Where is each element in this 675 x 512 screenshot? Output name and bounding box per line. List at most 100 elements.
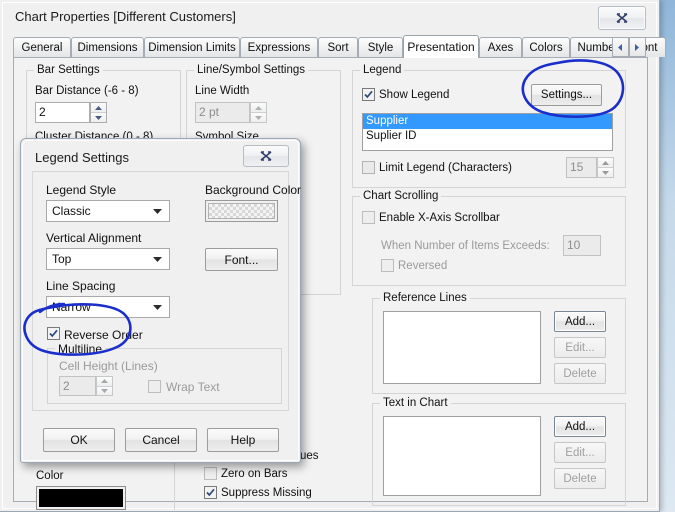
limit-legend-up-icon[interactable] xyxy=(598,158,613,167)
wrap-text-checkbox[interactable] xyxy=(148,380,161,393)
line-width-label: Line Width xyxy=(195,85,250,97)
cell-height-label: Cell Height (Lines) xyxy=(59,359,158,373)
reference-lines-group: Reference Lines Add... Edit... Delete xyxy=(372,292,626,394)
reference-lines-label: Reference Lines xyxy=(380,292,470,304)
cell-height-down-icon[interactable] xyxy=(97,385,112,395)
text-in-chart-label: Text in Chart xyxy=(380,397,451,409)
bar-distance-input[interactable]: 2 xyxy=(35,102,90,123)
tab-presentation[interactable]: Presentation xyxy=(403,35,479,58)
line-width-up-icon[interactable] xyxy=(251,103,266,112)
bar-settings-label: Bar Settings xyxy=(34,64,103,76)
items-exceeds-label: When Number of Items Exceeds: xyxy=(381,240,550,252)
reverse-order-checkbox[interactable] xyxy=(47,327,60,340)
chevron-down-icon[interactable] xyxy=(153,201,162,221)
tab-colors[interactable]: Colors xyxy=(522,37,570,57)
show-legend-checkbox[interactable] xyxy=(362,88,375,101)
tab-scroll-right-icon[interactable] xyxy=(629,37,646,57)
background-color-label: Background Color xyxy=(205,183,302,197)
limit-legend-down-icon[interactable] xyxy=(598,167,613,177)
cell-height-up-icon[interactable] xyxy=(97,377,112,386)
tab-sort[interactable]: Sort xyxy=(318,37,358,57)
legend-group: Legend Show Legend Settings... Supplier … xyxy=(352,64,626,188)
cancel-button[interactable]: Cancel xyxy=(125,428,197,452)
line-width-stepper[interactable] xyxy=(250,102,267,123)
legend-settings-body: Legend Style Classic Background Color Ve… xyxy=(32,171,301,411)
show-legend-label: Show Legend xyxy=(379,89,450,101)
reverse-order-label: Reverse Order xyxy=(64,328,143,342)
window-title: Chart Properties [Different Customers] xyxy=(15,9,236,24)
limit-legend-input[interactable]: 15 xyxy=(566,157,597,178)
multiline-label: Multiline xyxy=(55,342,106,356)
legend-group-label: Legend xyxy=(360,64,405,76)
vertical-divider xyxy=(174,456,175,510)
close-icon[interactable] xyxy=(598,6,646,30)
legend-settings-dialog: Legend Settings Legend Style Classic Bac… xyxy=(20,138,301,463)
tab-general[interactable]: General xyxy=(13,37,71,57)
suppress-missing-checkbox[interactable] xyxy=(204,486,217,499)
bar-distance-stepper[interactable] xyxy=(90,102,107,123)
bar-distance-up-icon[interactable] xyxy=(91,103,106,112)
reference-lines-add-button[interactable]: Add... xyxy=(554,311,606,332)
legend-settings-button[interactable]: Settings... xyxy=(531,84,602,106)
tab-style[interactable]: Style xyxy=(358,37,403,57)
chart-scrolling-label: Chart Scrolling xyxy=(360,190,442,202)
vertical-alignment-select[interactable]: Top xyxy=(46,248,170,270)
suppress-missing-label: Suppress Missing xyxy=(221,487,312,499)
enable-x-axis-scrollbar-label: Enable X-Axis Scrollbar xyxy=(379,212,500,224)
wrap-text-label: Wrap Text xyxy=(166,380,220,394)
legend-style-label: Legend Style xyxy=(46,183,117,197)
chart-scrolling-group: Chart Scrolling Enable X-Axis Scrollbar … xyxy=(352,190,626,286)
font-button[interactable]: Font... xyxy=(205,248,278,271)
text-in-chart-group: Text in Chart Add... Edit... Delete xyxy=(372,397,626,506)
multiline-group: Multiline Cell Height (Lines) 2 Wrap Tex… xyxy=(47,342,282,404)
help-button[interactable]: Help xyxy=(207,428,279,452)
line-width-input[interactable]: 2 pt xyxy=(195,102,250,123)
limit-legend-checkbox[interactable] xyxy=(362,161,375,174)
tab-scroll-left-icon[interactable] xyxy=(612,37,629,57)
background-color-swatch[interactable] xyxy=(205,200,278,222)
reference-lines-delete-button[interactable]: Delete xyxy=(554,363,606,384)
text-in-chart-delete-button[interactable]: Delete xyxy=(554,468,606,489)
color-swatch[interactable] xyxy=(36,486,126,510)
list-item[interactable]: Supplier xyxy=(363,114,612,129)
color-label: Color xyxy=(36,470,64,482)
titlebar: Chart Properties [Different Customers] xyxy=(3,3,656,35)
tab-strip: General Dimensions Dimension Limits Expr… xyxy=(13,35,666,58)
tab-dimension-limits[interactable]: Dimension Limits xyxy=(144,37,240,57)
zero-on-bars-label: Zero on Bars xyxy=(221,468,288,480)
legend-style-value: Classic xyxy=(52,204,91,218)
tab-scroll-buttons xyxy=(612,37,648,57)
chevron-down-icon[interactable] xyxy=(153,249,162,269)
enable-x-axis-scrollbar-checkbox[interactable] xyxy=(362,211,375,224)
line-spacing-value: Narrow xyxy=(52,300,91,314)
text-in-chart-listbox[interactable] xyxy=(383,416,541,496)
text-in-chart-add-button[interactable]: Add... xyxy=(554,416,606,437)
tab-expressions[interactable]: Expressions xyxy=(240,37,318,57)
zero-on-bars-checkbox[interactable] xyxy=(204,467,217,480)
chevron-down-icon[interactable] xyxy=(153,297,162,317)
limit-legend-stepper[interactable] xyxy=(597,157,614,178)
limit-legend-label: Limit Legend (Characters) xyxy=(379,162,512,174)
line-symbol-settings-label: Line/Symbol Settings xyxy=(194,64,309,76)
reference-lines-edit-button[interactable]: Edit... xyxy=(554,337,606,358)
line-width-down-icon[interactable] xyxy=(251,112,266,122)
legend-settings-title: Legend Settings xyxy=(35,150,129,165)
list-item[interactable]: Suplier ID xyxy=(363,129,612,144)
tab-dimensions[interactable]: Dimensions xyxy=(71,37,144,57)
legend-settings-frame: Legend Settings Legend Style Classic Bac… xyxy=(22,140,301,461)
ok-button[interactable]: OK xyxy=(43,428,115,452)
items-exceeds-input[interactable]: 10 xyxy=(563,235,601,256)
vertical-alignment-value: Top xyxy=(52,252,72,266)
bar-distance-down-icon[interactable] xyxy=(91,112,106,122)
reversed-checkbox[interactable] xyxy=(381,259,394,272)
legend-settings-close-icon[interactable] xyxy=(243,145,289,167)
legend-fields-listbox[interactable]: Supplier Suplier ID xyxy=(362,113,613,151)
legend-style-select[interactable]: Classic xyxy=(46,200,170,222)
tab-axes[interactable]: Axes xyxy=(479,37,522,57)
cell-height-input[interactable]: 2 xyxy=(59,376,96,396)
cell-height-stepper[interactable] xyxy=(96,376,113,396)
reversed-label: Reversed xyxy=(398,260,448,272)
reference-lines-listbox[interactable] xyxy=(383,311,541,384)
text-in-chart-edit-button[interactable]: Edit... xyxy=(554,442,606,463)
line-spacing-select[interactable]: Narrow xyxy=(46,296,170,318)
